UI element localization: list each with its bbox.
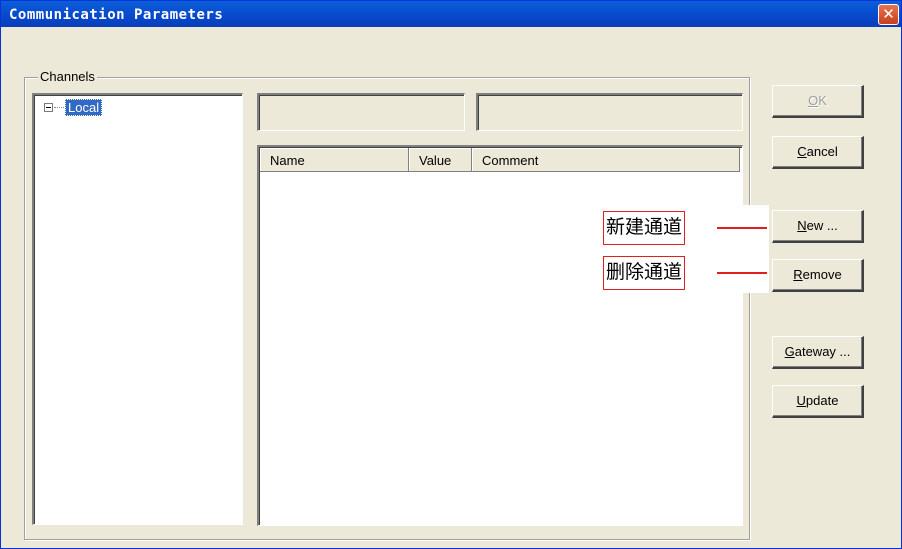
channel-tree[interactable]: Local (32, 93, 243, 525)
title-bar: Communication Parameters ✕ (1, 1, 901, 27)
list-header: Name Value Comment (260, 148, 740, 172)
annotation-new-channel: 新建通道 (603, 211, 686, 245)
cancel-button[interactable]: Cancel (772, 136, 864, 169)
ok-mnemonic: O (808, 93, 819, 108)
gateway-button[interactable]: Gateway ... (772, 336, 864, 369)
parameter-list[interactable]: Name Value Comment (257, 145, 743, 526)
gateway-mnemonic: G (784, 344, 795, 359)
window-title: Communication Parameters (9, 7, 224, 23)
remove-label: emove (802, 267, 842, 282)
ok-label: K (818, 93, 827, 108)
new-label: ew ... (806, 218, 838, 233)
close-icon: ✕ (882, 5, 895, 23)
new-mnemonic: N (797, 218, 807, 233)
gateway-label: ateway ... (794, 344, 851, 359)
tree-item-local[interactable]: Local (65, 99, 103, 116)
column-header-comment[interactable]: Comment (472, 148, 740, 172)
channel-device-field (476, 93, 743, 131)
ok-button[interactable]: OK (772, 85, 864, 118)
annotation-line-remove (717, 272, 767, 274)
cancel-mnemonic: C (797, 144, 807, 159)
new-button[interactable]: New ... (772, 210, 864, 243)
tree-connector (54, 107, 64, 108)
channels-group-label: Channels (38, 69, 97, 84)
update-label: pdate (805, 393, 839, 408)
column-header-value[interactable]: Value (409, 148, 472, 172)
dialog-window: Communication Parameters ✕ Channels Loca… (0, 0, 902, 549)
close-button[interactable]: ✕ (878, 4, 899, 25)
collapse-icon[interactable] (44, 103, 53, 112)
channel-name-field (257, 93, 465, 131)
annotation-delete-channel: 删除通道 (603, 256, 686, 290)
update-button[interactable]: Update (772, 385, 864, 418)
cancel-label: ancel (806, 144, 838, 159)
column-header-name[interactable]: Name (260, 148, 409, 172)
annotation-line-new (717, 227, 767, 229)
remove-button[interactable]: Remove (772, 259, 864, 292)
remove-mnemonic: R (793, 267, 803, 282)
update-mnemonic: U (796, 393, 806, 408)
